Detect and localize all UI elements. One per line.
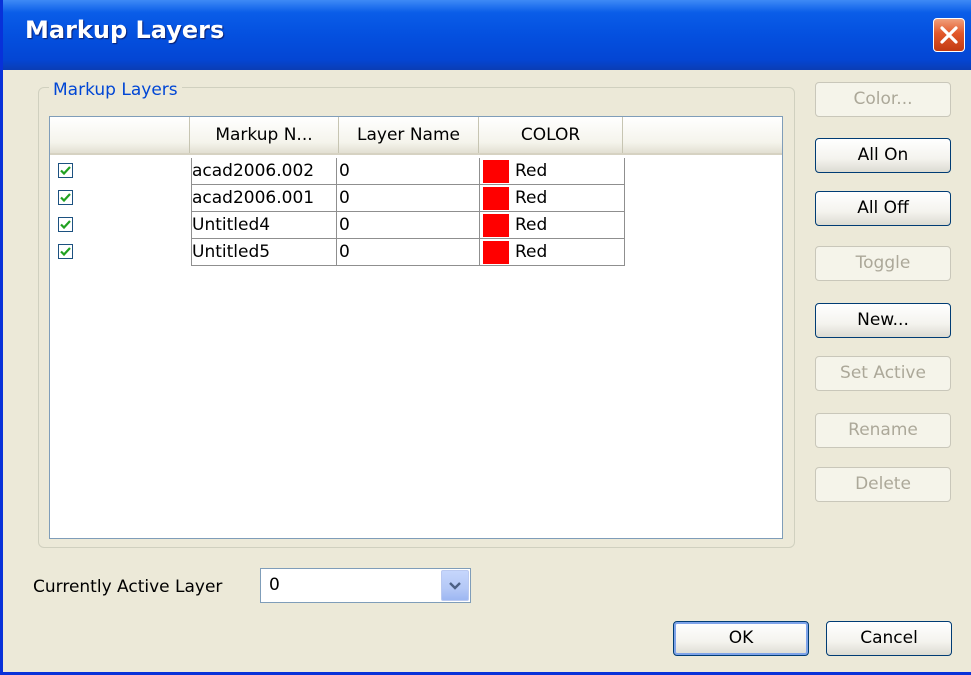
list-header: Markup N... Layer Name COLOR <box>50 117 782 155</box>
delete-button[interactable]: Delete <box>815 467 951 502</box>
row-checkbox[interactable] <box>58 190 73 205</box>
color-button[interactable]: Color... <box>815 82 951 117</box>
close-icon <box>940 26 958 44</box>
rename-button[interactable]: Rename <box>815 413 951 448</box>
row-checkbox[interactable] <box>58 217 73 232</box>
table-row[interactable]: Untitled4 0 Red <box>50 212 626 239</box>
layers-list-view[interactable]: Markup N... Layer Name COLOR acad2006.00… <box>49 116 783 539</box>
column-header-check[interactable] <box>50 117 190 153</box>
color-cell[interactable]: Red <box>480 185 625 212</box>
color-name: Red <box>515 161 548 181</box>
markup-name-cell[interactable]: Untitled5 <box>191 239 337 266</box>
markup-name-cell[interactable]: Untitled4 <box>191 212 337 239</box>
window-title: Markup Layers <box>25 16 225 44</box>
close-button[interactable] <box>933 18 965 52</box>
layer-name-cell[interactable]: 0 <box>337 239 480 266</box>
table-row[interactable]: acad2006.001 0 Red <box>50 185 626 212</box>
layer-name-cell[interactable]: 0 <box>337 158 480 185</box>
color-swatch <box>483 241 509 264</box>
set-active-button[interactable]: Set Active <box>815 356 951 391</box>
dialog-window: Markup Layers Markup Layers Markup N... … <box>0 0 971 675</box>
checkmark-icon <box>60 220 71 230</box>
checkmark-icon <box>60 193 71 203</box>
toggle-button[interactable]: Toggle <box>815 246 951 281</box>
row-check-cell <box>50 158 191 185</box>
markup-name-cell[interactable]: acad2006.002 <box>191 158 337 185</box>
color-cell[interactable]: Red <box>480 158 625 185</box>
color-name: Red <box>515 215 548 235</box>
color-name: Red <box>515 242 548 262</box>
all-on-button[interactable]: All On <box>815 138 951 173</box>
active-layer-label: Currently Active Layer <box>33 577 223 597</box>
column-header-markup-name[interactable]: Markup N... <box>190 117 339 153</box>
row-checkbox[interactable] <box>58 244 73 259</box>
color-cell[interactable]: Red <box>480 239 625 266</box>
ok-button[interactable]: OK <box>673 621 809 656</box>
group-label: Markup Layers <box>49 80 182 100</box>
column-header-color[interactable]: COLOR <box>479 117 623 153</box>
markup-name-cell[interactable]: acad2006.001 <box>191 185 337 212</box>
row-checkbox[interactable] <box>58 163 73 178</box>
active-layer-value: 0 <box>269 575 280 595</box>
column-header-layer-name[interactable]: Layer Name <box>339 117 479 153</box>
checkmark-icon <box>60 166 71 176</box>
row-check-cell <box>50 212 191 239</box>
color-swatch <box>483 160 509 183</box>
layer-name-cell[interactable]: 0 <box>337 212 480 239</box>
table-row[interactable]: acad2006.002 0 Red <box>50 158 626 185</box>
all-off-button[interactable]: All Off <box>815 191 951 226</box>
checkmark-icon <box>60 247 71 257</box>
color-swatch <box>483 187 509 210</box>
table-row[interactable]: Untitled5 0 Red <box>50 239 626 266</box>
title-bar[interactable]: Markup Layers <box>3 0 971 70</box>
dropdown-button[interactable] <box>441 570 469 601</box>
color-swatch <box>483 214 509 237</box>
active-layer-select[interactable]: 0 <box>260 568 471 603</box>
color-name: Red <box>515 188 548 208</box>
chevron-down-icon <box>449 582 461 590</box>
layer-name-cell[interactable]: 0 <box>337 185 480 212</box>
color-cell[interactable]: Red <box>480 212 625 239</box>
row-check-cell <box>50 185 191 212</box>
new-button[interactable]: New... <box>815 303 951 338</box>
row-check-cell <box>50 239 191 266</box>
cancel-button[interactable]: Cancel <box>826 621 952 656</box>
